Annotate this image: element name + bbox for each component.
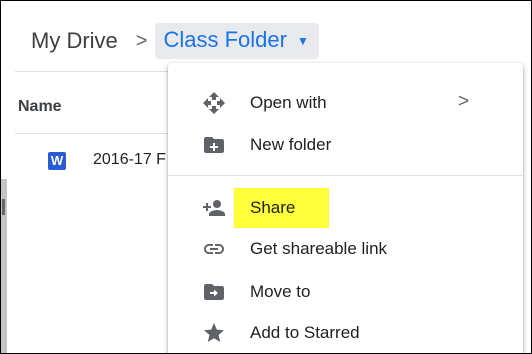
file-name: 2016-17 F bbox=[93, 151, 166, 168]
breadcrumb-my-drive[interactable]: My Drive bbox=[31, 28, 118, 54]
menu-divider bbox=[168, 175, 523, 176]
open-with-move-icon bbox=[203, 92, 225, 114]
drive-window: My Drive > Class Folder ▼ Name W 2016-17… bbox=[0, 0, 532, 354]
star-icon bbox=[204, 323, 224, 342]
menu-item-get-shareable-link[interactable]: Get shareable link bbox=[168, 229, 523, 269]
left-edge-scroll-thumb bbox=[2, 199, 5, 215]
breadcrumb-separator: > bbox=[135, 29, 148, 52]
new-folder-icon bbox=[204, 137, 224, 153]
menu-item-label: Share bbox=[250, 198, 296, 217]
menu-item-label: Move to bbox=[250, 282, 311, 301]
menu-item-new-folder[interactable]: New folder bbox=[168, 125, 523, 165]
menu-item-add-to-starred[interactable]: Add to Starred bbox=[168, 313, 523, 353]
context-menu: Open with > New folder Share Get shareab… bbox=[168, 63, 523, 353]
menu-item-open-with[interactable]: Open with > bbox=[168, 83, 523, 123]
chevron-right-icon: > bbox=[458, 91, 470, 112]
menu-item-label: Open with bbox=[250, 93, 327, 112]
menu-item-move-to[interactable]: Move to bbox=[168, 272, 523, 312]
word-doc-icon: W bbox=[48, 152, 66, 170]
menu-item-label: Get shareable link bbox=[250, 239, 388, 258]
breadcrumb-current-label: Class Folder bbox=[163, 27, 287, 52]
breadcrumb-current-folder-button[interactable]: Class Folder ▼ bbox=[155, 23, 319, 59]
menu-item-label: Add to Starred bbox=[250, 323, 360, 342]
breadcrumb: My Drive > Class Folder ▼ bbox=[31, 23, 319, 59]
column-header-name[interactable]: Name bbox=[18, 98, 62, 116]
caret-down-icon: ▼ bbox=[296, 34, 309, 48]
move-to-folder-icon bbox=[204, 284, 224, 300]
person-add-icon bbox=[203, 200, 225, 216]
menu-item-label: New folder bbox=[250, 135, 332, 154]
menu-item-share[interactable]: Share bbox=[168, 188, 523, 228]
link-icon bbox=[204, 244, 224, 254]
